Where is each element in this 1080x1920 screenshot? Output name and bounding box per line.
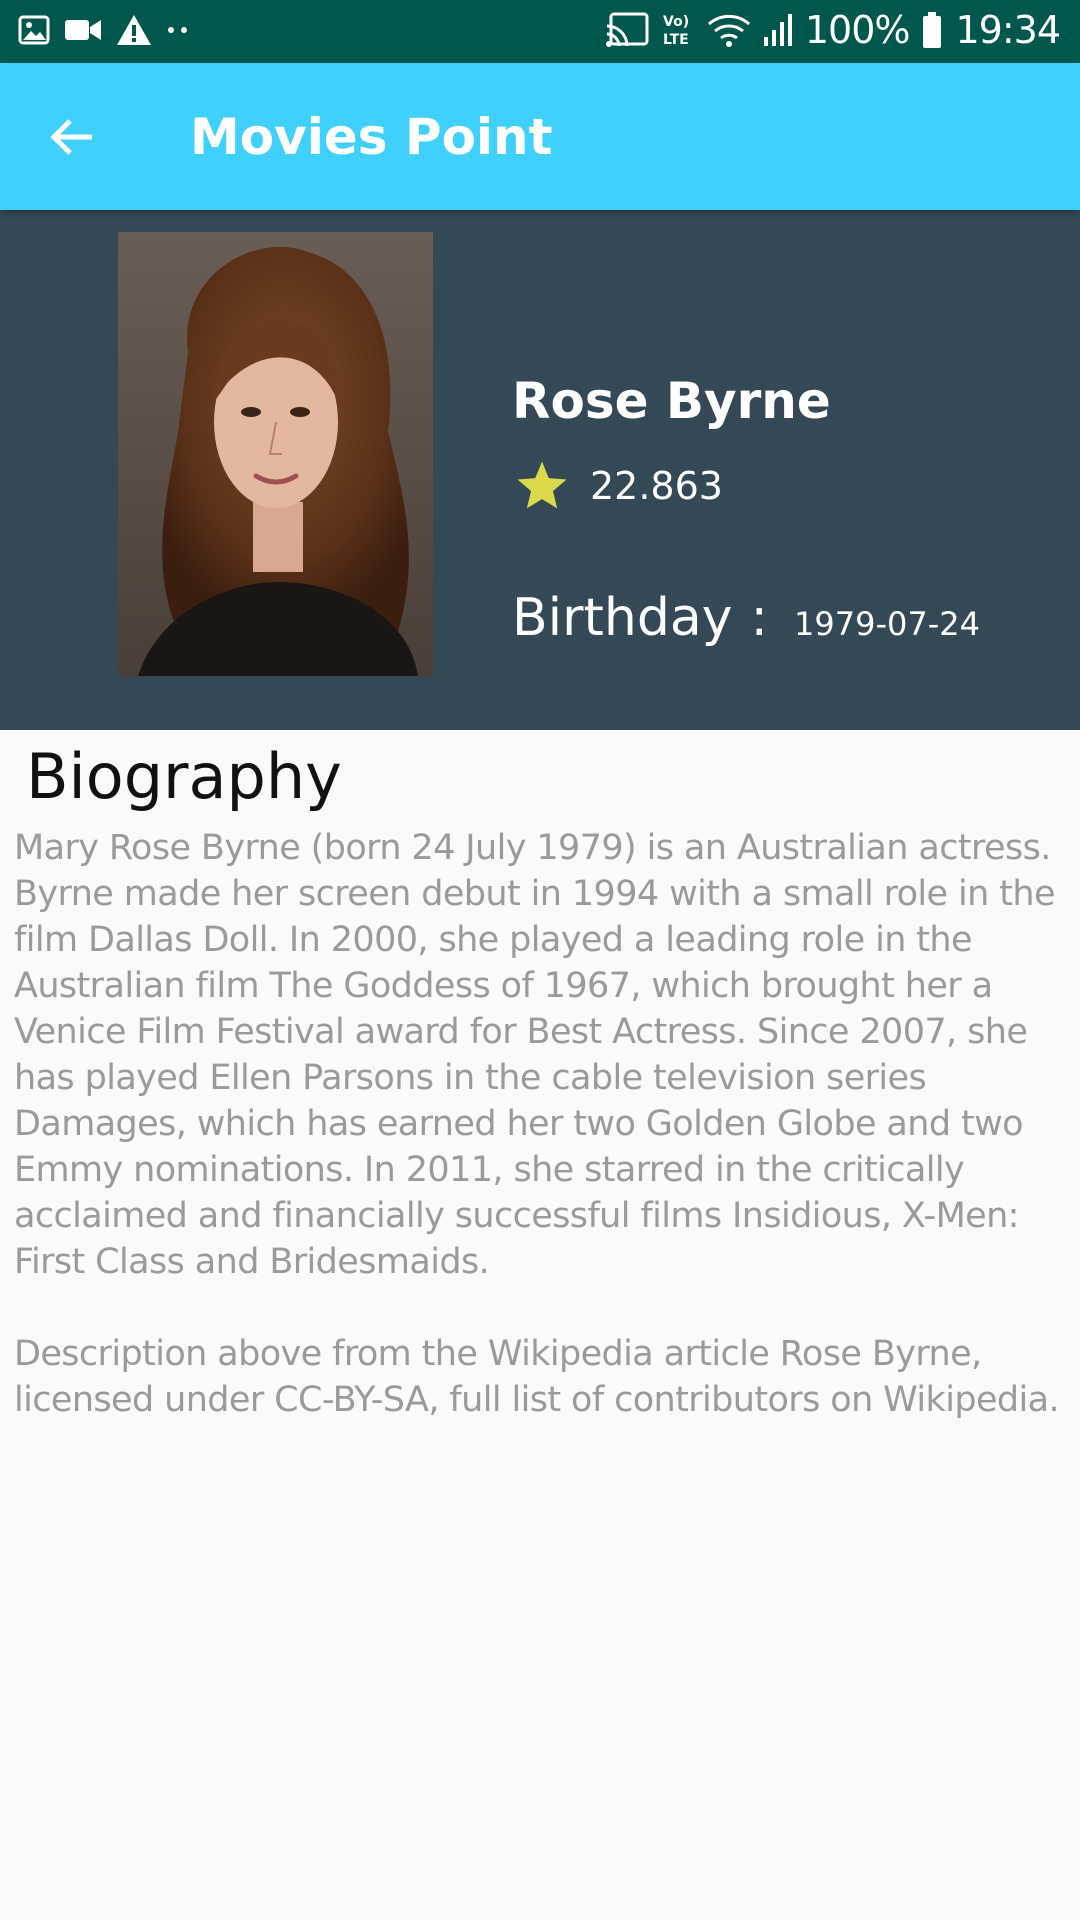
biography-text: Mary Rose Byrne (born 24 July 1979) is a… xyxy=(14,828,1060,1420)
rating-value: 22.863 xyxy=(590,464,723,508)
image-icon xyxy=(18,14,50,46)
more-dots-icon xyxy=(166,25,192,35)
svg-text:Vo): Vo) xyxy=(663,14,689,30)
birthday-value: 1979-07-24 xyxy=(794,605,980,643)
status-bar-system: Vo) LTE 100% 19:34 xyxy=(605,8,1061,52)
person-name: Rose Byrne xyxy=(512,372,831,430)
battery-percentage: 100% xyxy=(804,8,911,52)
clock: 19:34 xyxy=(955,8,1061,52)
rating: 22.863 xyxy=(514,458,723,514)
birthday: Birthday : 1979-07-24 xyxy=(512,588,980,648)
birthday-separator: : xyxy=(750,588,769,648)
signal-icon xyxy=(763,13,793,47)
status-bar-notifications xyxy=(18,14,192,46)
cast-icon xyxy=(605,12,649,48)
battery-icon xyxy=(921,11,943,49)
app-title: Movies Point xyxy=(190,108,553,166)
arrow-back-icon xyxy=(50,119,92,155)
warning-icon xyxy=(116,14,152,46)
status-bar: Vo) LTE 100% 19:34 xyxy=(0,0,1080,63)
person-photo xyxy=(118,232,433,676)
birthday-label: Birthday xyxy=(512,588,733,648)
app-bar: Movies Point xyxy=(0,63,1080,210)
wifi-icon xyxy=(707,12,751,48)
person-header: Rose Byrne 22.863 Birthday : 1979-07-24 xyxy=(0,210,1080,730)
volte-icon: Vo) LTE xyxy=(661,11,695,49)
svg-text:LTE: LTE xyxy=(663,32,689,48)
back-button[interactable] xyxy=(44,109,100,165)
star-icon xyxy=(517,461,567,509)
biography-heading: Biography xyxy=(26,740,342,813)
video-camera-icon xyxy=(64,17,102,43)
